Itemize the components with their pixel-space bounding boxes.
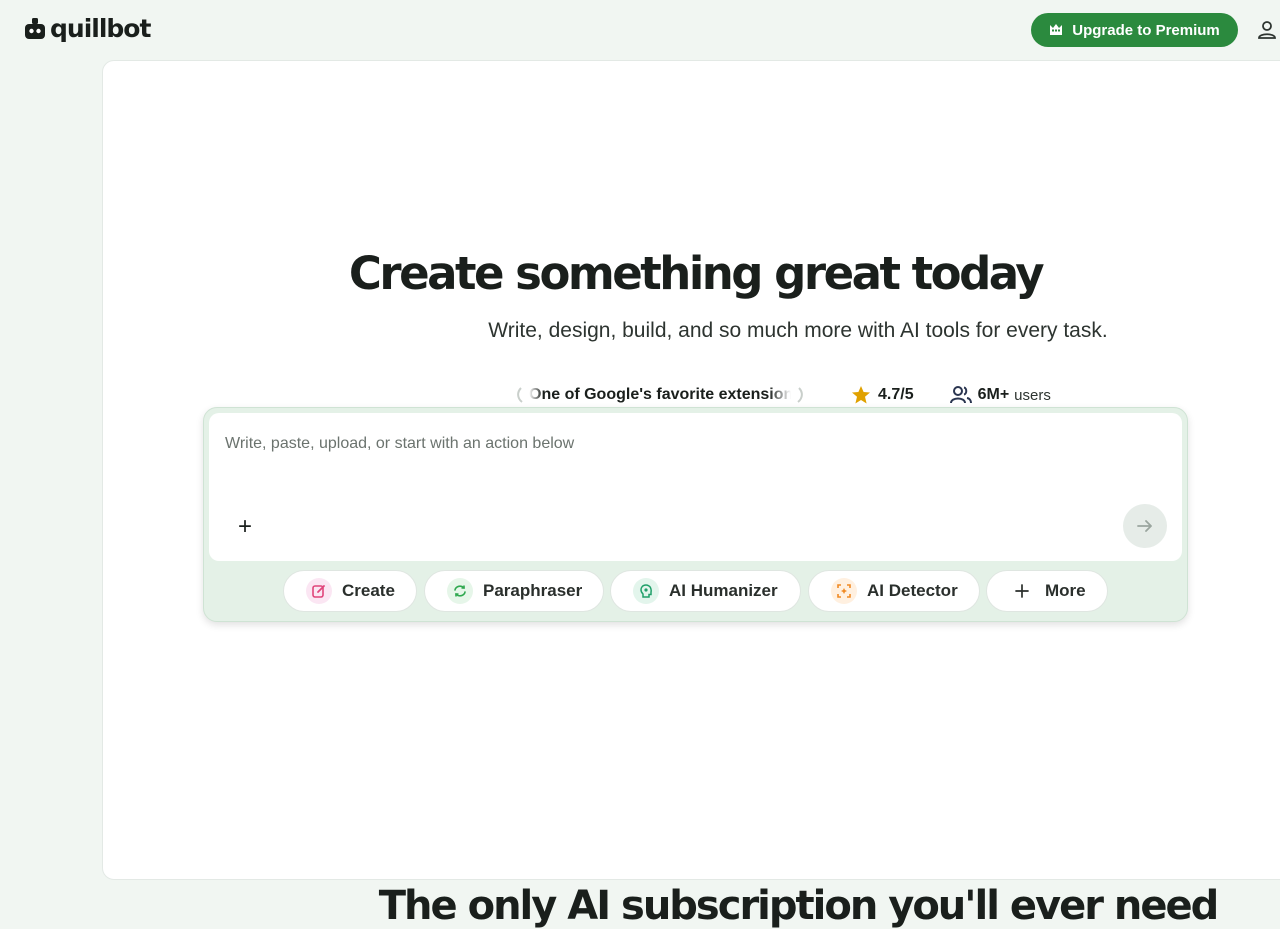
refresh-arrows-icon — [447, 578, 473, 604]
quillbot-robot-icon — [25, 18, 45, 39]
users-icon — [949, 386, 972, 404]
social-proof: One of Google's favorite extensions 4.7/… — [511, 381, 1051, 409]
action-label: AI Detector — [867, 581, 958, 600]
action-label: AI Humanizer — [669, 581, 778, 600]
composer: + Create Paraphraser — [203, 407, 1188, 622]
hero-subtitle: Write, design, build, and so much more w… — [488, 319, 1108, 342]
quillbot-logo[interactable]: quillbot — [24, 14, 151, 44]
action-paraphraser-button[interactable]: Paraphraser — [424, 570, 604, 612]
section-title: The only AI subscription you'll ever nee… — [378, 883, 1219, 929]
user-count: 6M+ users — [949, 384, 1051, 406]
action-label: Create — [342, 581, 395, 600]
action-create-button[interactable]: Create — [283, 570, 417, 612]
upgrade-to-premium-button[interactable]: Upgrade to Premium — [1031, 13, 1238, 47]
star-icon — [852, 386, 870, 404]
hero-title: Create something great today — [348, 247, 1045, 300]
attach-plus-button[interactable]: + — [231, 513, 259, 541]
action-ai-humanizer-button[interactable]: AI Humanizer — [610, 570, 801, 612]
pencil-square-icon — [306, 578, 332, 604]
users-label: users — [1014, 386, 1051, 404]
composer-input-area: + — [209, 413, 1182, 561]
action-label: More — [1045, 581, 1086, 600]
arrow-right-icon — [1137, 520, 1152, 532]
laurel-right-icon — [797, 387, 803, 403]
user-account-icon[interactable] — [1256, 19, 1278, 41]
rating-value: 4.7/5 — [878, 386, 914, 403]
brand-name: quillbot — [50, 14, 151, 43]
extension-award-text: One of Google's favorite extensions — [529, 386, 791, 403]
top-bar: quillbot Upgrade to Premium — [0, 0, 1280, 60]
brain-head-icon — [633, 578, 659, 604]
upgrade-label: Upgrade to Premium — [1072, 21, 1220, 39]
plus-icon — [1009, 578, 1035, 604]
action-ai-detector-button[interactable]: AI Detector — [808, 570, 980, 612]
users-count: 6M+ — [977, 386, 1010, 403]
scan-focus-icon — [831, 578, 857, 604]
action-label: Paraphraser — [483, 581, 583, 600]
laurel-left-icon — [517, 387, 523, 403]
crown-icon — [1050, 24, 1063, 35]
send-button[interactable] — [1123, 504, 1167, 548]
action-more-button[interactable]: More — [986, 570, 1108, 612]
prompt-input[interactable] — [225, 435, 1105, 453]
rating: 4.7/5 — [851, 385, 914, 405]
